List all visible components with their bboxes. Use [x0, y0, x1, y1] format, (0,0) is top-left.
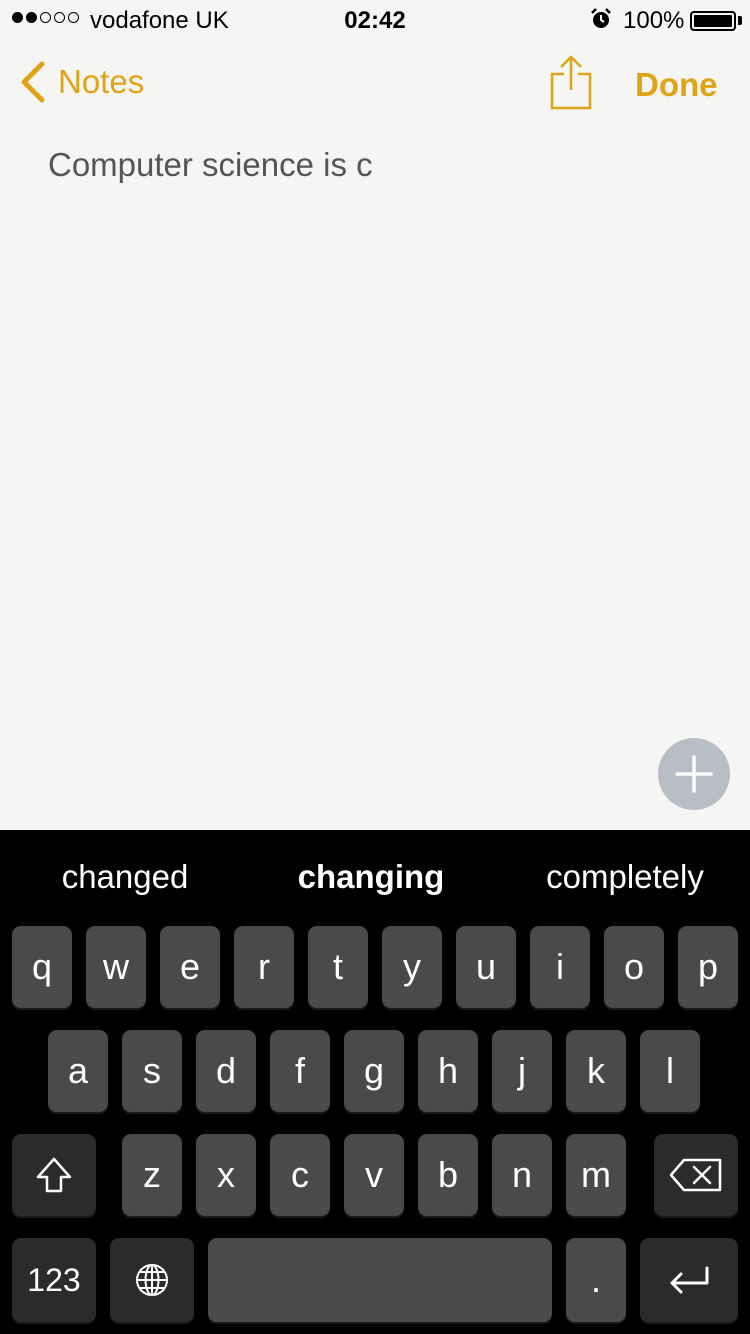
key-t[interactable]: t [308, 926, 368, 1008]
key-u[interactable]: u [456, 926, 516, 1008]
shift-icon [36, 1157, 72, 1193]
key-l[interactable]: l [640, 1030, 700, 1112]
status-bar: vodafone UK 02:42 100% [0, 0, 750, 40]
key-r[interactable]: r [234, 926, 294, 1008]
key-d[interactable]: d [196, 1030, 256, 1112]
key-q[interactable]: q [12, 926, 72, 1008]
share-icon[interactable] [548, 54, 594, 110]
key-p[interactable]: p [678, 926, 738, 1008]
key-v[interactable]: v [344, 1134, 404, 1216]
key-m[interactable]: m [566, 1134, 626, 1216]
back-button-label: Notes [58, 63, 145, 100]
battery-icon [690, 11, 736, 31]
key-g[interactable]: g [344, 1030, 404, 1112]
key-y[interactable]: y [382, 926, 442, 1008]
key-e[interactable]: e [160, 926, 220, 1008]
key-b[interactable]: b [418, 1134, 478, 1216]
battery-tip [738, 16, 742, 25]
nav-bar: Notes Done [0, 40, 750, 130]
keyboard: changed changing completely q w e r t y … [0, 830, 750, 1334]
period-key[interactable]: . [566, 1238, 626, 1322]
chevron-left-icon [21, 61, 45, 103]
space-key[interactable] [208, 1238, 552, 1322]
note-text[interactable]: Computer science is c [48, 146, 708, 184]
key-o[interactable]: o [604, 926, 664, 1008]
suggestion-item[interactable]: completely [520, 858, 730, 896]
key-z[interactable]: z [122, 1134, 182, 1216]
suggestion-item[interactable]: changing [270, 858, 472, 896]
key-n[interactable]: n [492, 1134, 552, 1216]
numbers-key[interactable]: 123 [12, 1238, 96, 1322]
add-attachment-button[interactable] [658, 738, 730, 810]
alarm-icon [591, 8, 611, 28]
backspace-icon [669, 1158, 722, 1192]
key-i[interactable]: i [530, 926, 590, 1008]
plus-icon [675, 755, 713, 793]
key-w[interactable]: w [86, 926, 146, 1008]
key-s[interactable]: s [122, 1030, 182, 1112]
key-x[interactable]: x [196, 1134, 256, 1216]
key-f[interactable]: f [270, 1030, 330, 1112]
suggestion-item[interactable]: changed [20, 858, 230, 896]
battery-percent: 100% [623, 7, 685, 34]
delete-key[interactable] [654, 1134, 738, 1216]
return-key[interactable] [640, 1238, 738, 1322]
done-button[interactable]: Done [635, 66, 718, 104]
globe-icon [136, 1264, 168, 1296]
globe-key[interactable] [110, 1238, 194, 1322]
shift-key[interactable] [12, 1134, 96, 1216]
key-j[interactable]: j [492, 1030, 552, 1112]
key-a[interactable]: a [48, 1030, 108, 1112]
key-k[interactable]: k [566, 1030, 626, 1112]
return-icon [670, 1266, 709, 1294]
back-button[interactable]: Notes [18, 60, 144, 104]
key-c[interactable]: c [270, 1134, 330, 1216]
key-h[interactable]: h [418, 1030, 478, 1112]
suggestion-bar: changed changing completely [0, 830, 750, 922]
